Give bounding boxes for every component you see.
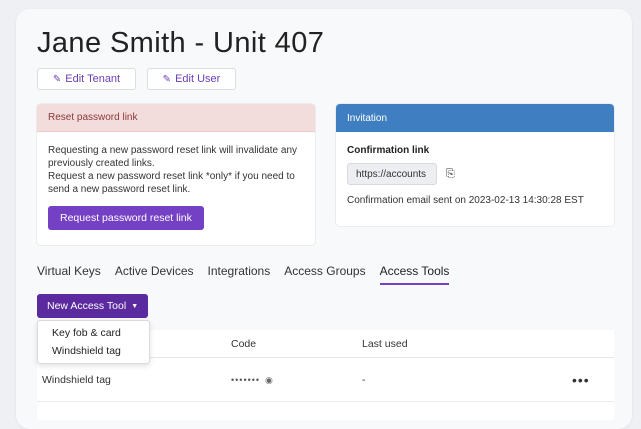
reset-text-line: Request a new password reset link *only*… — [48, 171, 295, 195]
table-row: Windshield tag ••••••• ◉ - ••• — [37, 358, 614, 402]
reset-panel-header: Reset password link — [37, 104, 315, 132]
request-reset-link-button[interactable]: Request password reset link — [48, 206, 204, 230]
confirmation-link-label: Confirmation link — [347, 145, 430, 156]
reset-password-panel: Reset password link Requesting a new pas… — [37, 104, 315, 245]
tab-active-devices[interactable]: Active Devices — [115, 264, 194, 285]
new-access-tool-button[interactable]: New Access Tool ▼ — [37, 294, 149, 318]
copy-icon[interactable]: ⎘ — [446, 168, 455, 181]
invitation-panel: Invitation Confirmation link https://acc… — [336, 104, 614, 226]
masked-code: ••••••• — [231, 374, 261, 385]
new-access-tool-menu: Key fob & card Windshield tag — [37, 320, 150, 364]
tab-bar: Virtual Keys Active Devices Integrations… — [37, 264, 463, 285]
edit-icon: ✎ — [52, 73, 62, 85]
reset-text-line: Requesting a new password reset link wil… — [48, 145, 298, 169]
column-header-code: Code — [231, 337, 257, 350]
menu-item-windshield-tag[interactable]: Windshield tag — [38, 342, 149, 360]
eye-icon[interactable]: ◉ — [265, 375, 273, 385]
edit-user-button[interactable]: ✎ Edit User — [147, 68, 236, 90]
last-used-value: - — [362, 373, 366, 386]
edit-tenant-button[interactable]: ✎ Edit Tenant — [37, 68, 136, 90]
more-options-icon[interactable]: ••• — [572, 372, 590, 388]
tool-name: Windshield tag — [42, 373, 111, 386]
tab-access-tools[interactable]: Access Tools — [379, 264, 450, 285]
caret-down-icon: ▼ — [131, 302, 139, 310]
edit-icon: ✎ — [162, 73, 172, 85]
menu-item-key-fob-card[interactable]: Key fob & card — [38, 324, 149, 342]
tab-access-groups[interactable]: Access Groups — [284, 264, 365, 285]
edit-user-label: Edit User — [175, 73, 221, 85]
new-access-tool-label: New Access Tool — [47, 300, 127, 312]
confirmation-link-field[interactable]: https://accounts — [347, 163, 437, 185]
column-header-last-used: Last used — [362, 337, 408, 350]
tab-virtual-keys[interactable]: Virtual Keys — [37, 264, 101, 285]
edit-tenant-label: Edit Tenant — [65, 73, 121, 85]
confirmation-sent-note: Confirmation email sent on 2023-02-13 14… — [347, 195, 584, 206]
invitation-panel-header: Invitation — [336, 104, 614, 132]
tab-integrations[interactable]: Integrations — [208, 264, 271, 285]
page-title: Jane Smith - Unit 407 — [37, 27, 325, 59]
reset-panel-text: Requesting a new password reset link wil… — [48, 144, 304, 196]
